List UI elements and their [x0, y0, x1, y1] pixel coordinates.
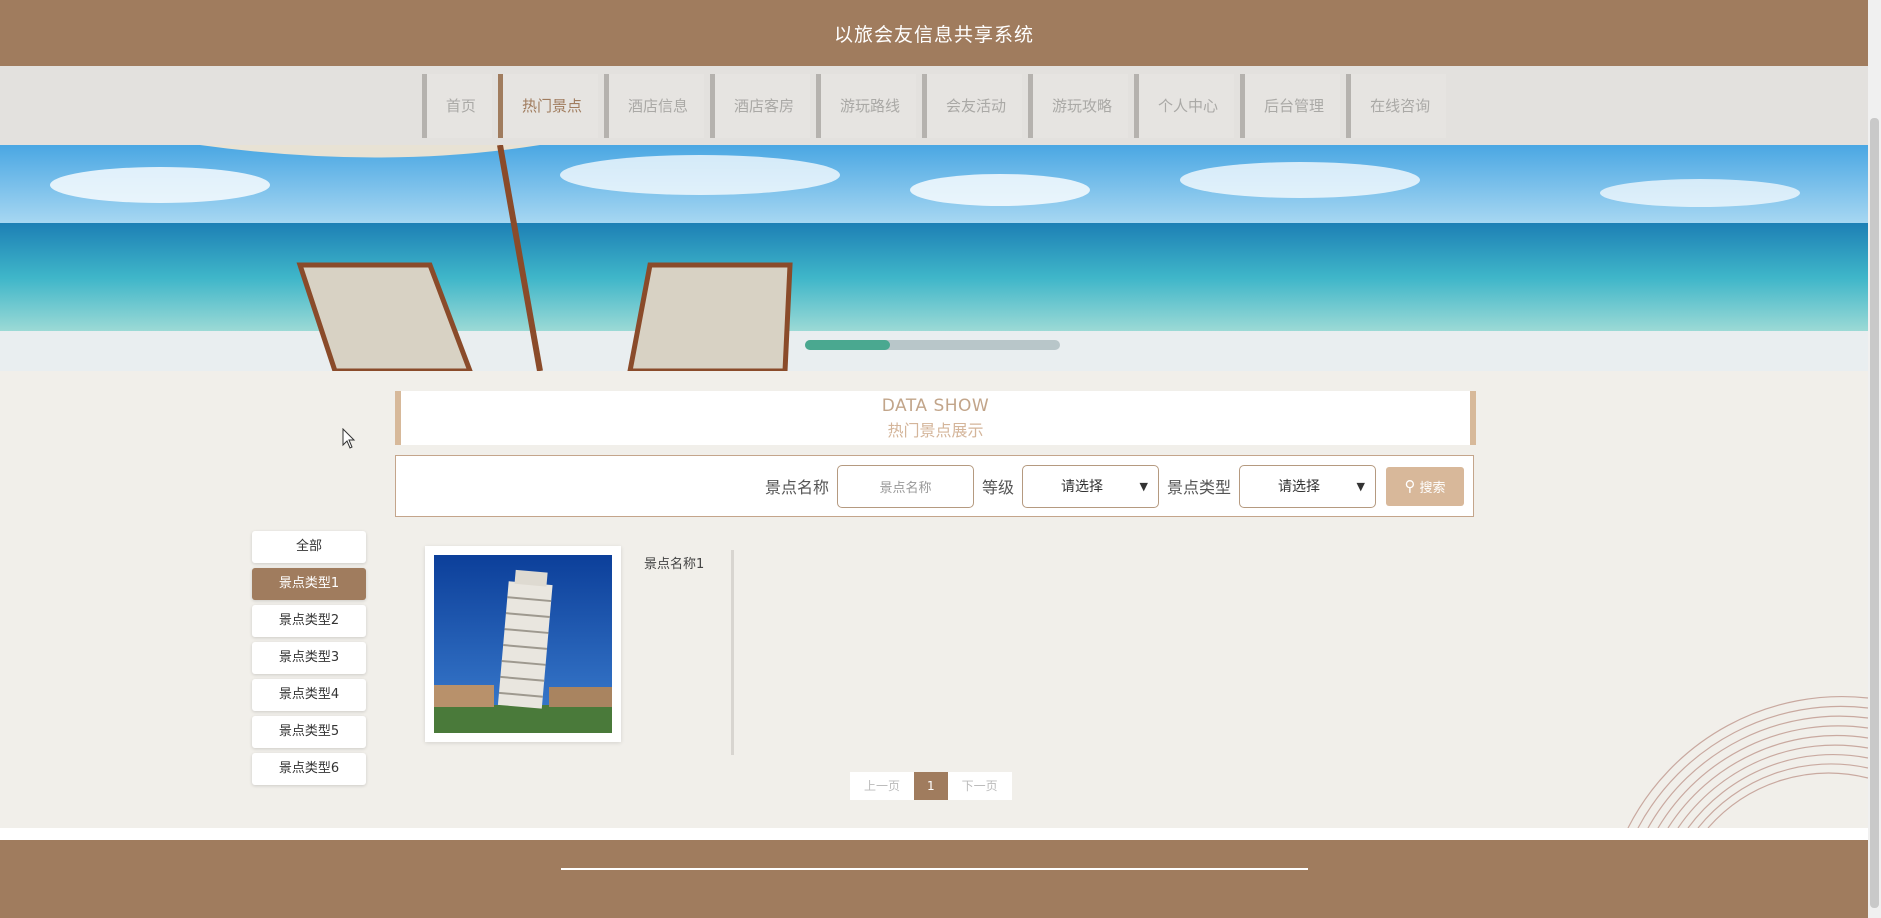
category-type-5[interactable]: 景点类型5 [252, 716, 366, 748]
level-select-value: 请选择 [1060, 479, 1103, 495]
mouse-cursor-icon [342, 428, 356, 449]
search-bar: 景点名称 景点名称 等级 请选择 ▼ 景点类型 请选择 ▼ ⚲ 搜索 [395, 455, 1474, 517]
beach-banner-image [0, 145, 1868, 371]
level-select[interactable]: 请选择 ▼ [1021, 464, 1159, 508]
footer-separator [0, 828, 1868, 840]
category-type-3[interactable]: 景点类型3 [252, 642, 366, 674]
page-scrollbar[interactable] [1868, 0, 1881, 918]
nav-admin[interactable]: 后台管理 [1240, 74, 1341, 138]
main-nav: 首页 热门景点 酒店信息 酒店客房 游玩路线 会友活动 游玩攻略 个人中心 后台… [0, 66, 1868, 145]
divider [731, 550, 734, 755]
nav-personal-center[interactable]: 个人中心 [1134, 74, 1235, 138]
section-title-en: DATA SHOW [881, 396, 990, 416]
nav-events[interactable]: 会友活动 [922, 74, 1023, 138]
nav-travel-routes[interactable]: 游玩路线 [815, 74, 916, 138]
type-select[interactable]: 请选择 ▼ [1239, 464, 1376, 508]
site-title: 以旅会友信息共享系统 [833, 23, 1034, 46]
type-select-value: 请选择 [1278, 479, 1320, 495]
category-type-4[interactable]: 景点类型4 [252, 679, 366, 711]
name-search-input[interactable]: 景点名称 [836, 464, 974, 508]
scrollbar-thumb[interactable] [1870, 118, 1879, 908]
pagination: 上一页 1 下一页 [850, 772, 1012, 800]
category-type-6[interactable]: 景点类型6 [252, 753, 366, 785]
chevron-down-icon: ▼ [1139, 479, 1148, 493]
level-label: 等级 [981, 478, 1014, 497]
category-all[interactable]: 全部 [252, 531, 366, 563]
section-heading: DATA SHOW 热门景点展示 [395, 391, 1476, 445]
type-label: 景点类型 [1166, 478, 1231, 497]
prev-page-button[interactable]: 上一页 [850, 772, 915, 800]
nav-online-consult[interactable]: 在线咨询 [1346, 74, 1447, 138]
site-footer [0, 840, 1868, 918]
decorative-arcs [1627, 695, 1868, 828]
search-button-label: 搜索 [1419, 480, 1446, 496]
attraction-card[interactable] [425, 546, 621, 742]
search-button[interactable]: ⚲ 搜索 [1386, 466, 1464, 506]
search-icon: ⚲ [1404, 477, 1416, 495]
category-list: 全部 景点类型1 景点类型2 景点类型3 景点类型4 景点类型5 景点类型6 [252, 531, 366, 790]
nav-hotel-info[interactable]: 酒店信息 [603, 74, 704, 138]
chevron-down-icon: ▼ [1356, 479, 1365, 493]
nav-guides[interactable]: 游玩攻略 [1028, 74, 1129, 138]
site-header: 以旅会友信息共享系统 [0, 0, 1868, 66]
next-page-button[interactable]: 下一页 [947, 772, 1012, 800]
current-page[interactable]: 1 [914, 772, 948, 800]
nav-hotel-rooms[interactable]: 酒店客房 [709, 74, 810, 138]
nav-home[interactable]: 首页 [421, 74, 492, 138]
leaning-tower-photo [434, 555, 612, 733]
footer-divider-line [561, 868, 1308, 870]
hero-banner [0, 145, 1868, 371]
category-type-2[interactable]: 景点类型2 [252, 605, 366, 637]
name-label: 景点名称 [764, 478, 829, 497]
category-type-1[interactable]: 景点类型1 [252, 568, 366, 600]
section-title-cn: 热门景点展示 [887, 421, 984, 440]
nav-hot-attractions[interactable]: 热门景点 [497, 74, 598, 138]
attraction-name[interactable]: 景点名称1 [644, 553, 704, 572]
